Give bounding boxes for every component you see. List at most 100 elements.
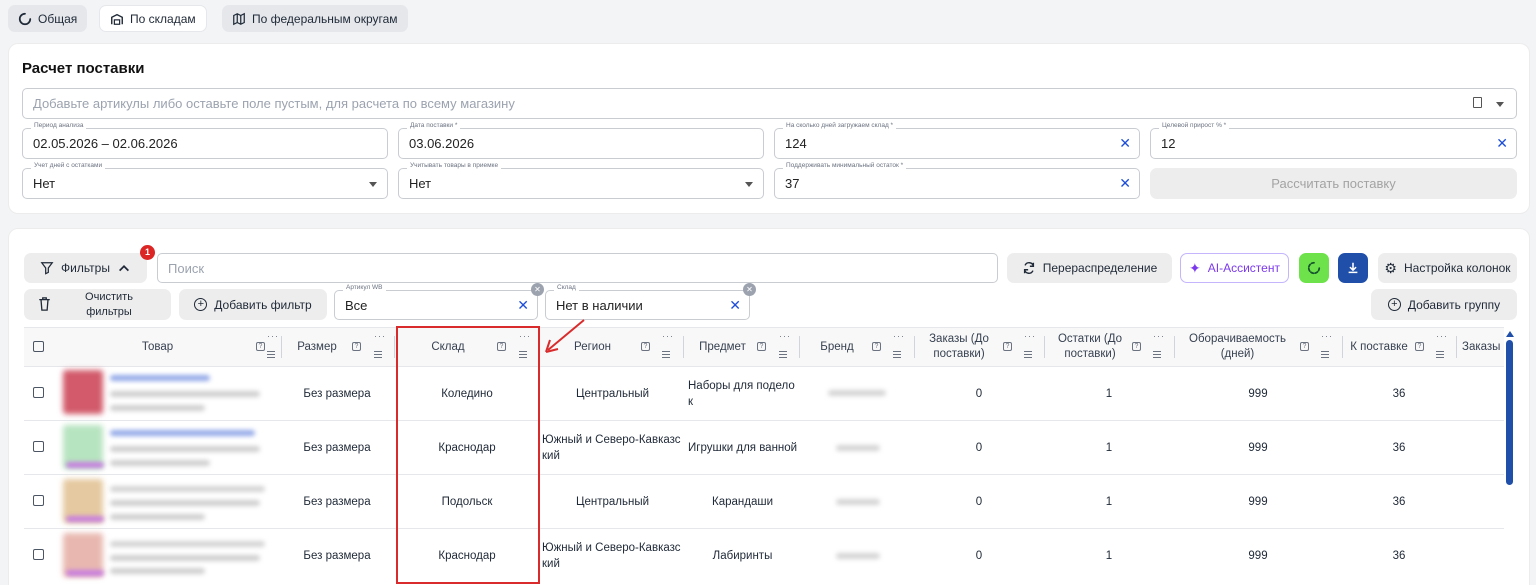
target-growth-field[interactable]: Целевой прирост % * 12 ✕ (1150, 122, 1517, 159)
row-checkbox[interactable] (33, 495, 44, 506)
column-header-orders[interactable]: Заказы (До поставки) (918, 328, 1000, 366)
menu-icon[interactable] (1436, 351, 1444, 358)
filter-icon (40, 262, 54, 275)
columns-settings-button[interactable]: ⚙ Настройка колонок (1378, 253, 1517, 283)
cell-subject: Наборы для поделок (688, 379, 795, 408)
more-icon[interactable]: ··· (1153, 331, 1165, 341)
column-header-subject[interactable]: Предмет (690, 328, 755, 366)
product-name-blurred (110, 375, 210, 381)
add-group-label: Добавить группу (1407, 297, 1501, 312)
column-divider (683, 336, 684, 358)
cell-turnover: 999 (1248, 495, 1268, 508)
column-header-brand[interactable]: Бренд (807, 328, 867, 366)
chip-label: Артикул WB (343, 284, 386, 291)
tab-by-warehouses[interactable]: По складам (99, 5, 207, 32)
page-title: Расчет поставки (22, 60, 145, 77)
more-icon[interactable]: ··· (779, 331, 791, 341)
menu-icon[interactable] (779, 351, 787, 358)
more-icon[interactable]: ··· (1024, 331, 1036, 341)
remove-chip-icon[interactable]: ✕ (743, 283, 756, 296)
cell-turnover: 999 (1248, 441, 1268, 454)
articles-input[interactable]: Добавьте артикулы либо оставьте поле пус… (22, 88, 1517, 119)
clear-icon[interactable]: ✕ (1496, 136, 1508, 150)
menu-icon[interactable] (662, 351, 670, 358)
menu-icon[interactable] (267, 351, 275, 358)
goods-in-acceptance-select[interactable]: Учитывать товары в приемке Нет (398, 162, 764, 199)
filters-button[interactable]: Фильтры (24, 253, 147, 283)
column-divider (1342, 336, 1343, 358)
help-icon[interactable]: ? (1003, 342, 1012, 351)
help-icon[interactable]: ? (256, 342, 265, 351)
help-icon[interactable]: ? (1132, 342, 1141, 351)
column-header-to-supply[interactable]: К поставке (1343, 328, 1415, 366)
chevron-up-icon (118, 265, 129, 272)
column-header-product[interactable]: Товар (60, 328, 255, 366)
column-header-size[interactable]: Размер (282, 328, 352, 366)
analysis-period-field[interactable]: Период анализа 02.05.2026 – 02.06.2026 (22, 122, 388, 159)
cell-stock: 1 (1105, 495, 1113, 508)
row-checkbox[interactable] (33, 549, 44, 560)
cell-orders: 0 (975, 549, 983, 562)
article-wb-filter-chip[interactable]: Артикул WB Все ✕ (334, 284, 538, 320)
redistribution-button[interactable]: Перераспределение (1007, 253, 1172, 283)
filters-label: Фильтры (61, 261, 110, 275)
tab-general[interactable]: Общая (8, 5, 88, 32)
tab-label: Общая (38, 11, 78, 26)
add-group-button[interactable]: + Добавить группу (1371, 289, 1517, 320)
help-icon[interactable]: ? (872, 342, 881, 351)
vertical-scrollbar-thumb[interactable] (1506, 340, 1513, 485)
scroll-up-arrow[interactable] (1506, 331, 1514, 337)
download-button[interactable] (1338, 253, 1368, 283)
chevron-down-icon[interactable] (1496, 102, 1504, 107)
clear-icon[interactable]: ✕ (729, 298, 741, 312)
menu-icon[interactable] (1321, 351, 1329, 358)
help-icon[interactable]: ? (1300, 342, 1309, 351)
product-thumbnail-badge (66, 462, 104, 468)
remove-chip-icon[interactable]: ✕ (531, 283, 544, 296)
select-all-checkbox[interactable] (33, 341, 44, 352)
calculate-supply-button[interactable]: Рассчитать поставку (1150, 168, 1517, 199)
brand-blurred (828, 390, 886, 396)
more-icon[interactable]: ··· (374, 331, 386, 341)
more-icon[interactable]: ··· (1321, 331, 1333, 341)
clear-icon[interactable]: ✕ (1119, 176, 1131, 190)
help-icon[interactable]: ? (757, 342, 766, 351)
stock-days-accounting-select[interactable]: Учет дней с остатками Нет (22, 162, 388, 199)
menu-icon[interactable] (893, 351, 901, 358)
supply-date-field[interactable]: Дата поставки * 03.06.2026 (398, 122, 764, 159)
clear-icon[interactable]: ✕ (1119, 136, 1131, 150)
column-divider (1456, 336, 1457, 358)
download-icon (1348, 262, 1358, 274)
field-label: Дата поставки * (407, 122, 461, 129)
gear-icon: ⚙ (1384, 259, 1397, 276)
column-header-stock[interactable]: Остатки (До поставки) (1050, 328, 1130, 366)
menu-icon[interactable] (1153, 351, 1161, 358)
ai-assistant-button[interactable]: ✦ AI-Ассистент (1180, 253, 1289, 283)
column-header-turnover[interactable]: Оборачиваемость (дней) (1180, 328, 1295, 366)
tab-by-districts[interactable]: По федеральным округам (222, 5, 408, 32)
clear-icon[interactable]: ✕ (517, 298, 529, 312)
min-stock-field[interactable]: Поддерживать минимальный остаток * 37 ✕ (774, 162, 1140, 199)
clear-filters-button[interactable]: Очистить фильтры (24, 289, 171, 320)
help-icon[interactable]: ? (352, 342, 361, 351)
row-checkbox[interactable] (33, 441, 44, 452)
row-checkbox[interactable] (33, 387, 44, 398)
help-icon[interactable]: ? (1415, 342, 1424, 351)
search-input[interactable]: Поиск (157, 253, 998, 283)
help-icon[interactable]: ? (641, 342, 650, 351)
chip-value: Все (345, 297, 368, 313)
stock-days-field[interactable]: На сколько дней загружаем склад * 124 ✕ (774, 122, 1140, 159)
more-icon[interactable]: ··· (1436, 331, 1448, 341)
field-value: 02.05.2026 – 02.06.2026 (33, 136, 178, 151)
more-icon[interactable]: ··· (662, 331, 674, 341)
more-icon[interactable]: ··· (267, 331, 279, 341)
reload-button[interactable] (1299, 253, 1329, 283)
menu-icon[interactable] (374, 351, 382, 358)
column-header-orders-cut[interactable]: Заказы (1462, 328, 1512, 366)
column-divider (799, 336, 800, 358)
clear-filters-label: Очистить фильтры (85, 291, 133, 318)
add-filter-button[interactable]: + Добавить фильтр (179, 289, 327, 320)
menu-icon[interactable] (1024, 351, 1032, 358)
copy-icon[interactable] (1473, 97, 1482, 108)
more-icon[interactable]: ··· (893, 331, 905, 341)
